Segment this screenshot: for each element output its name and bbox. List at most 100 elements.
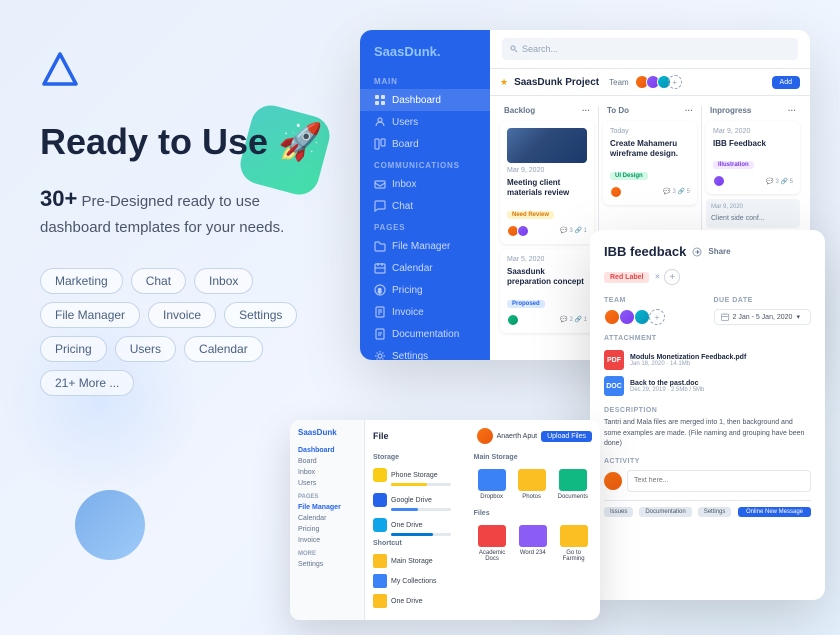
fm-file-word[interactable]: Word 234 [514, 521, 551, 566]
fm-nav-board[interactable]: Board [290, 456, 364, 467]
ibb-nav-settings2[interactable]: Settings [698, 507, 732, 517]
fm-folder-dropbox[interactable]: Dropbox [474, 465, 510, 504]
fm-header: File Anaerth Aput Upload Files [373, 428, 592, 444]
tag-inbox[interactable]: Inbox [194, 268, 253, 294]
db-section-comms: COMMUNICATIONS [360, 155, 490, 173]
docs-icon [374, 328, 386, 340]
ibb-nav-documentation[interactable]: Documentation [639, 507, 691, 517]
card-avatars-1 [507, 225, 529, 237]
fm-nav-users[interactable]: Users [290, 478, 364, 489]
fm-nav-settings3[interactable]: Settings [290, 559, 364, 570]
phone-bar-fill [391, 483, 427, 486]
logo-area [40, 50, 330, 90]
ibb-nav-issues[interactable]: Issues [604, 507, 633, 517]
tag-more[interactable]: 21+ More ... [40, 370, 134, 396]
fm-logo: SaasDunk [290, 428, 364, 445]
tag-settings[interactable]: Settings [224, 302, 297, 328]
fm-shortcut-3[interactable]: One Drive [373, 591, 466, 611]
fm-nav-pricing2[interactable]: Pricing [290, 524, 364, 535]
activity-text-input[interactable] [627, 470, 811, 492]
phone-storage-name: Phone Storage [391, 472, 466, 479]
db-nav-invoice[interactable]: Invoice [360, 301, 490, 323]
settings-icon [374, 350, 386, 360]
fm-nav-calendar2[interactable]: Calendar [290, 513, 364, 524]
tag-chat[interactable]: Chat [131, 268, 186, 294]
tag-pricing[interactable]: Pricing [40, 336, 107, 362]
inprogress-menu[interactable]: ··· [788, 106, 796, 115]
att-item-2[interactable]: DOC Back to the past.doc Dec 29, 2019 · … [604, 373, 811, 399]
file-icon-farming [560, 525, 588, 547]
fm-folder-grid: Dropbox Photos Documents [474, 465, 592, 504]
db-nav-filemanager[interactable]: File Manager [360, 235, 490, 257]
fm-file-farming[interactable]: Go to Farming [555, 521, 592, 566]
add-label-btn[interactable]: + [664, 269, 680, 285]
folder-name-docs: Documents [558, 494, 588, 500]
onedrive-icon [373, 518, 387, 532]
tags-row-2: File Manager Invoice Settings [40, 302, 330, 328]
fm-storage-onedrive: One Drive [373, 515, 466, 535]
db-nav-dashboard[interactable]: Dashboard [360, 89, 490, 111]
add-task-btn[interactable]: Add [772, 76, 800, 89]
fm-nav-invoice2[interactable]: Invoice [290, 535, 364, 546]
fm-nav-inbox[interactable]: Inbox [290, 467, 364, 478]
fm-upload-btn[interactable]: Upload Files [541, 431, 592, 442]
db-header: Search... [490, 30, 810, 69]
tag-filemanager[interactable]: File Manager [40, 302, 140, 328]
tag-users[interactable]: Users [115, 336, 176, 362]
decorative-shape-blue [75, 490, 145, 560]
fm-folder-docs[interactable]: Documents [554, 465, 592, 504]
db-nav-chat[interactable]: Chat [360, 195, 490, 217]
card-partial-5[interactable]: Mar 9, 2020 Client side conf... [706, 199, 800, 228]
kanban-col-inprogress-header: Inprogress ··· [706, 106, 800, 121]
db-search[interactable]: Search... [502, 38, 798, 60]
db-nav-users[interactable]: Users [360, 111, 490, 133]
tag-marketing[interactable]: Marketing [40, 268, 123, 294]
kanban-card-3[interactable]: Today Create Mahameru wireframe design. … [603, 121, 697, 205]
kanban-card-1[interactable]: Mar 9, 2020 Meeting client materials rev… [500, 121, 594, 244]
tag-calendar[interactable]: Calendar [184, 336, 263, 362]
share-label[interactable]: Share [708, 247, 730, 256]
ibb-attachment: ATTACHMENT PDF Moduls Monetization Feedb… [604, 335, 811, 399]
fm-nav-dashboard[interactable]: Dashboard [290, 445, 364, 456]
db-nav-board[interactable]: Board [360, 133, 490, 155]
card-av-5 [713, 175, 725, 187]
ibb-add-member[interactable]: + [649, 309, 665, 325]
card-meta-4: 💬 3 🔗 5 [713, 175, 793, 187]
desc-text: Tantri and Mala files are merged into 1,… [604, 418, 811, 450]
ibb-duedate-col: DUE DATE 2 Jan - 5 Jan, 2020 ▾ [714, 297, 812, 325]
db-nav-docs[interactable]: Documentation [360, 323, 490, 345]
ibb-msg-btn[interactable]: Online New Message [738, 507, 811, 517]
card-partial-date: Mar 9, 2020 [711, 204, 795, 212]
label-x[interactable]: ✕ [654, 273, 660, 281]
add-member-btn[interactable]: + [668, 75, 682, 89]
fm-shortcut-2[interactable]: My Collections [373, 571, 466, 591]
gdrive-bar-bg [391, 508, 451, 511]
card-av-3 [507, 314, 519, 326]
ibb-labels: Red Label ✕ + [604, 269, 811, 285]
team-col-title: TEAM [604, 297, 702, 304]
kanban-card-2[interactable]: Mar 5, 2020 Saasdunk preparation concept… [500, 249, 594, 333]
db-nav-board-label: Board [392, 139, 419, 150]
fm-nav-fm[interactable]: File Manager [290, 502, 364, 513]
card-date-3: Today [610, 128, 690, 135]
db-nav-chat-label: Chat [392, 201, 413, 212]
card-meta-3: 💬 3 🔗 5 [610, 186, 690, 198]
fm-shortcut-1[interactable]: Main Storage [373, 551, 466, 571]
att-item-1[interactable]: PDF Moduls Monetization Feedback.pdf Jan… [604, 347, 811, 373]
db-nav-inbox[interactable]: Inbox [360, 173, 490, 195]
todo-menu[interactable]: ··· [685, 106, 693, 115]
card-av-2 [517, 225, 529, 237]
db-nav-settings-label: Settings [392, 351, 428, 361]
db-nav-pricing[interactable]: $ Pricing [360, 279, 490, 301]
backlog-menu[interactable]: ··· [582, 106, 590, 115]
fm-file-academic[interactable]: Academic Docs [474, 521, 511, 566]
fm-folder-photos[interactable]: Photos [514, 465, 550, 504]
db-nav-calendar[interactable]: Calendar [360, 257, 490, 279]
tag-invoice[interactable]: Invoice [148, 302, 216, 328]
db-nav-inbox-label: Inbox [392, 179, 416, 190]
kanban-card-4[interactable]: Mar 9, 2020 IBB Feedback Illustration 💬 … [706, 121, 800, 194]
date-picker[interactable]: 2 Jan - 5 Jan, 2020 ▾ [714, 309, 812, 325]
fm-sidebar: SaasDunk Dashboard Board Inbox Users PAG… [290, 420, 365, 620]
db-nav-pricing-label: Pricing [392, 285, 423, 296]
db-nav-settings[interactable]: Settings [360, 345, 490, 360]
